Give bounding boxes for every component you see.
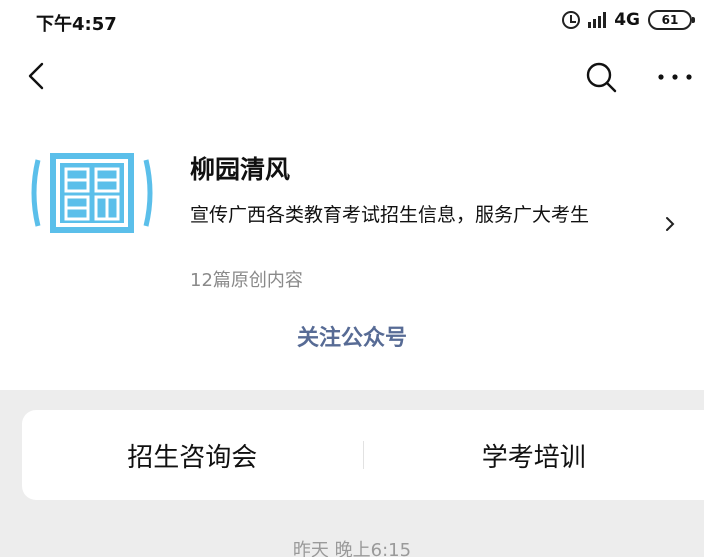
chevron-right-icon bbox=[666, 217, 675, 231]
back-icon[interactable] bbox=[22, 60, 52, 92]
signal-icon bbox=[588, 12, 607, 28]
menu-item-academic-training[interactable]: 学考培训 bbox=[364, 437, 704, 474]
follow-button[interactable]: 关注公众号 bbox=[0, 320, 704, 352]
status-time: 下午4:57 bbox=[36, 14, 117, 35]
menu-item-admission-fair[interactable]: 招生咨询会 bbox=[22, 437, 363, 474]
alarm-icon bbox=[562, 11, 581, 29]
battery-level: 61 bbox=[661, 13, 679, 27]
feed-date: 昨天 晚上6:15 bbox=[292, 540, 412, 557]
status-right: 4G 61 bbox=[562, 10, 695, 30]
account-name: 柳园清风 bbox=[190, 155, 291, 184]
account-description: 宣传广西各类教育考试招生信息，服务广大考生 bbox=[190, 204, 590, 226]
nav-bar bbox=[0, 52, 704, 102]
header-panel: 下午4:57 4G 61 柳园清风 宣传广西各类教育考试招生信息，服务广大考生 … bbox=[0, 0, 704, 390]
more-icon[interactable] bbox=[656, 60, 694, 94]
search-icon[interactable] bbox=[584, 60, 618, 94]
original-article-count: 12篇原创内容 bbox=[190, 270, 303, 291]
status-bar: 下午4:57 4G 61 bbox=[0, 0, 704, 44]
account-profile[interactable]: 柳园清风 宣传广西各类教育考试招生信息，服务广大考生 12篇原创内容 bbox=[0, 140, 704, 300]
gee-logo-icon bbox=[31, 153, 153, 233]
network-type: 4G bbox=[614, 10, 640, 30]
account-menu: 招生咨询会 学考培训 bbox=[22, 410, 704, 500]
battery-icon: 61 bbox=[648, 10, 695, 30]
